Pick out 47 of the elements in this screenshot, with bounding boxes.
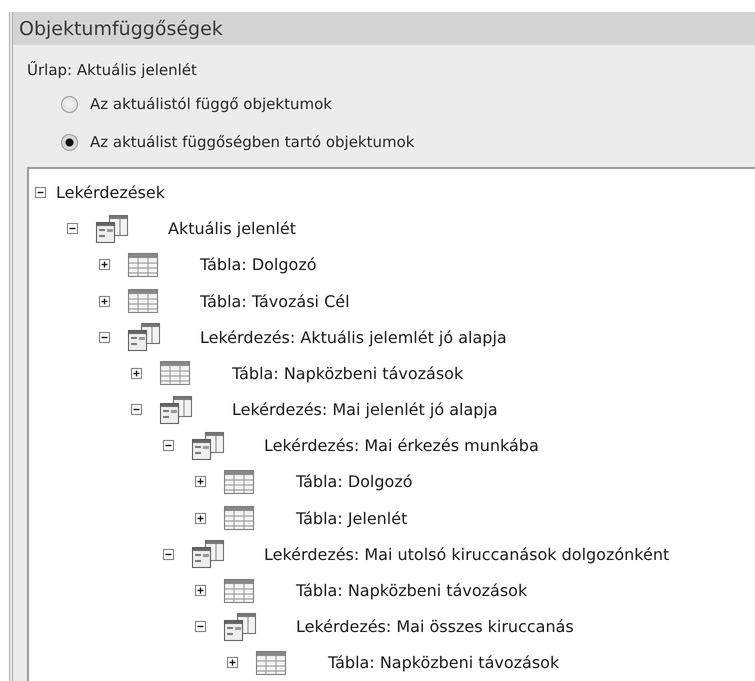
- tree-item-label[interactable]: Lekérdezés: Aktuális jelemlét jó alapja: [200, 328, 507, 347]
- radio-button[interactable]: [61, 96, 78, 112]
- radio-button[interactable]: [61, 134, 78, 151]
- collapse-icon[interactable]: [99, 332, 110, 343]
- expand-icon[interactable]: [195, 585, 206, 596]
- query-icon: [160, 396, 192, 424]
- query-icon: [96, 214, 128, 243]
- collapse-icon[interactable]: [67, 223, 78, 234]
- radio-label[interactable]: Az aktuálistól függő objektumok: [90, 95, 332, 113]
- query-icon: [192, 432, 224, 460]
- expand-icon[interactable]: [195, 476, 206, 488]
- collapse-icon[interactable]: [35, 186, 46, 198]
- tree-item-label[interactable]: Tábla: Napközbeni távozások: [296, 581, 528, 600]
- collapse-icon[interactable]: [195, 621, 206, 632]
- expand-icon[interactable]: [99, 259, 110, 270]
- expand-icon[interactable]: [99, 296, 110, 307]
- tree-item-label[interactable]: Lekérdezések: [56, 182, 165, 202]
- query-icon: [224, 612, 256, 641]
- table-icon: [256, 650, 286, 675]
- table-icon: [224, 578, 254, 603]
- tree-item-label[interactable]: Lekérdezés: Mai utolsó kiruccanások dolgozónként: [264, 544, 670, 564]
- tree-item-label[interactable]: Tábla: Dolgozó: [200, 255, 316, 274]
- tree-item-label[interactable]: Tábla: Dolgozó: [296, 472, 412, 492]
- query-icon: [128, 323, 160, 352]
- object-label: Űrlap: Aktuális jelenlét: [26, 60, 198, 82]
- radio-label[interactable]: Az aktuálist függőségben tartó objektumok: [90, 133, 414, 152]
- tree-item-label[interactable]: Lekérdezés: Mai érkezés munkába: [264, 436, 539, 456]
- tree-item-label[interactable]: Tábla: Napközbeni távozások: [232, 364, 464, 383]
- tree-item-label[interactable]: Tábla: Napközbeni távozások: [328, 653, 560, 672]
- collapse-icon[interactable]: [131, 404, 142, 416]
- tree-item-label[interactable]: Tábla: Jelenlét: [296, 508, 408, 528]
- collapse-icon[interactable]: [163, 440, 174, 452]
- tree-item-label[interactable]: Aktuális jelenlét: [168, 219, 296, 238]
- expand-icon[interactable]: [131, 368, 142, 379]
- collapse-icon[interactable]: [163, 548, 174, 560]
- query-icon: [192, 540, 224, 568]
- table-icon: [224, 506, 254, 530]
- expand-icon[interactable]: [227, 657, 238, 668]
- table-icon: [128, 252, 158, 277]
- table-icon: [128, 289, 158, 314]
- expand-icon[interactable]: [195, 512, 206, 524]
- tree-item-label[interactable]: Lekérdezés: Mai összes kiruccanás: [296, 617, 574, 636]
- table-icon: [224, 470, 254, 494]
- tree-item-label[interactable]: Lekérdezés: Mai jelenlét jó alapja: [232, 400, 498, 420]
- table-icon: [160, 361, 190, 386]
- tree-item-label[interactable]: Tábla: Távozási Cél: [200, 292, 350, 311]
- panel-title: Objektumfüggőségek: [13, 12, 755, 46]
